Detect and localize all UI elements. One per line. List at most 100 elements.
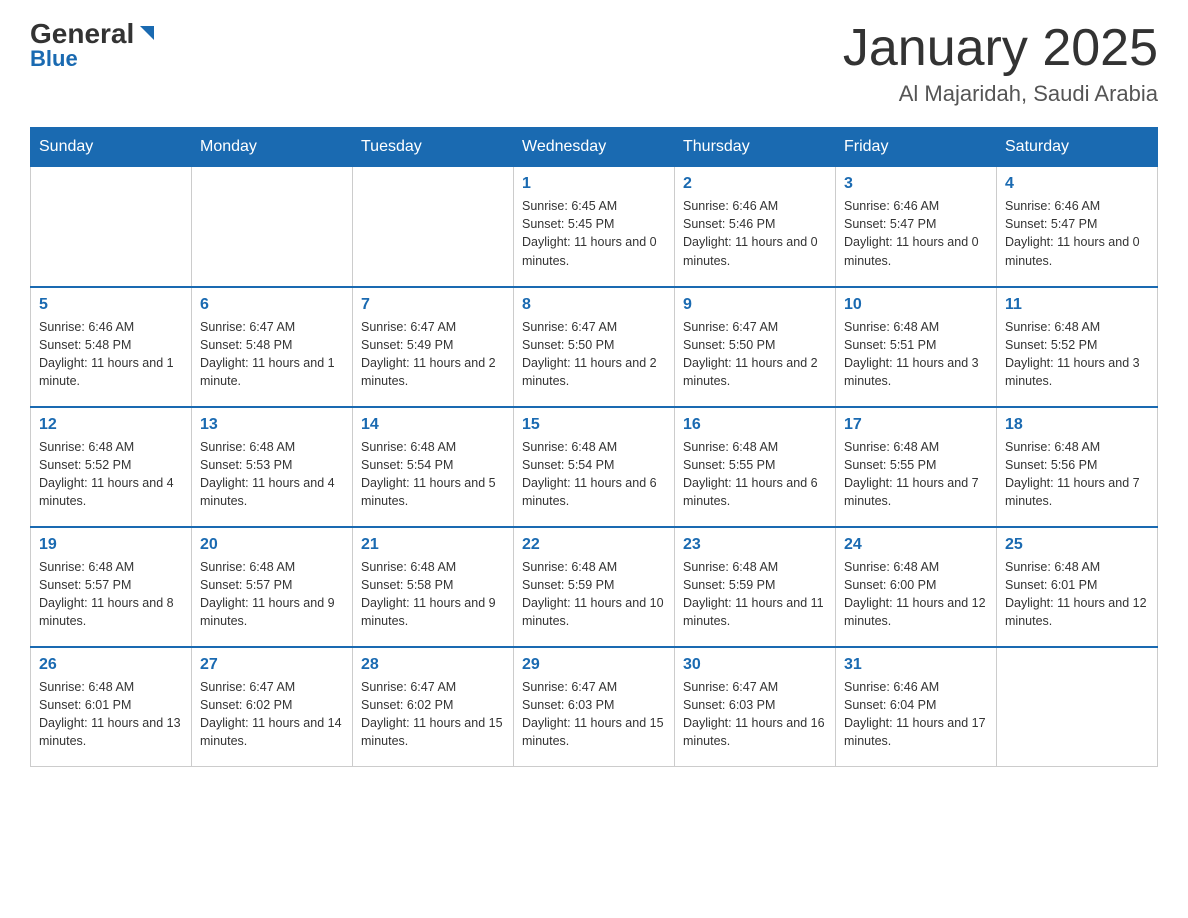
- calendar-cell: [997, 647, 1158, 767]
- header-day-sunday: Sunday: [31, 128, 192, 167]
- calendar-cell: 3Sunrise: 6:46 AM Sunset: 5:47 PM Daylig…: [836, 167, 997, 287]
- calendar-cell: 15Sunrise: 6:48 AM Sunset: 5:54 PM Dayli…: [514, 407, 675, 527]
- month-title: January 2025: [843, 20, 1158, 77]
- calendar-cell: 1 Sunrise: 6:45 AM Sunset: 5:45 PM Daylig…: [514, 167, 675, 287]
- day-info: Sunrise: 6:48 AM Sunset: 5:57 PM Dayligh…: [39, 558, 183, 631]
- day-number: 29: [522, 656, 666, 674]
- week-row-1: 1 Sunrise: 6:45 AM Sunset: 5:45 PM Daylig…: [31, 167, 1158, 287]
- day-number: 24: [844, 536, 988, 554]
- calendar-cell: 10 Sunrise: 6:48 AM Sunset: 5:51 PM Dayli…: [836, 287, 997, 407]
- day-number: 2: [683, 175, 827, 193]
- calendar-cell: 6 Sunrise: 6:47 AM Sunset: 5:48 PM Daylig…: [192, 287, 353, 407]
- calendar-cell: 5Sunrise: 6:46 AM Sunset: 5:48 PM Daylig…: [31, 287, 192, 407]
- day-number: 7: [361, 296, 505, 314]
- day-info: Sunrise: 6:46 AM Sunset: 5:46 PM Dayligh…: [683, 197, 827, 270]
- day-number: 11: [1005, 296, 1149, 314]
- day-number: 10: [844, 296, 988, 314]
- calendar-cell: 20 Sunrise: 6:48 AM Sunset: 5:57 PM Dayli…: [192, 527, 353, 647]
- calendar-cell: 18 Sunrise: 6:48 AM Sunset: 5:56 PM Dayli…: [997, 407, 1158, 527]
- day-number: 28: [361, 656, 505, 674]
- calendar-body: 1 Sunrise: 6:45 AM Sunset: 5:45 PM Daylig…: [31, 167, 1158, 767]
- day-info: Sunrise: 6:48 AM Sunset: 5:57 PM Dayligh…: [200, 558, 344, 631]
- calendar-cell: 16 Sunrise: 6:48 AM Sunset: 5:55 PM Dayli…: [675, 407, 836, 527]
- week-row-4: 19 Sunrise: 6:48 AM Sunset: 5:57 PM Dayli…: [31, 527, 1158, 647]
- header-day-saturday: Saturday: [997, 128, 1158, 167]
- day-info: Sunrise: 6:48 AM Sunset: 5:59 PM Dayligh…: [522, 558, 666, 631]
- day-info: Sunrise: 6:47 AM Sunset: 6:02 PM Dayligh…: [200, 678, 344, 751]
- day-info: Sunrise: 6:47 AM Sunset: 5:50 PM Dayligh…: [683, 318, 827, 391]
- header-day-monday: Monday: [192, 128, 353, 167]
- calendar-cell: 13Sunrise: 6:48 AM Sunset: 5:53 PM Dayli…: [192, 407, 353, 527]
- header-row: SundayMondayTuesdayWednesdayThursdayFrid…: [31, 128, 1158, 167]
- day-info: Sunrise: 6:48 AM Sunset: 5:59 PM Dayligh…: [683, 558, 827, 631]
- day-info: Sunrise: 6:48 AM Sunset: 5:53 PM Dayligh…: [200, 438, 344, 511]
- header-day-wednesday: Wednesday: [514, 128, 675, 167]
- day-number: 9: [683, 296, 827, 314]
- day-number: 27: [200, 656, 344, 674]
- day-number: 17: [844, 416, 988, 434]
- week-row-5: 26Sunrise: 6:48 AM Sunset: 6:01 PM Dayli…: [31, 647, 1158, 767]
- day-info: Sunrise: 6:47 AM Sunset: 6:03 PM Dayligh…: [683, 678, 827, 751]
- day-info: Sunrise: 6:46 AM Sunset: 5:47 PM Dayligh…: [1005, 197, 1149, 270]
- calendar-cell: 14Sunrise: 6:48 AM Sunset: 5:54 PM Dayli…: [353, 407, 514, 527]
- calendar-cell: [192, 167, 353, 287]
- day-info: Sunrise: 6:46 AM Sunset: 5:48 PM Dayligh…: [39, 318, 183, 391]
- day-number: 30: [683, 656, 827, 674]
- calendar-cell: 22Sunrise: 6:48 AM Sunset: 5:59 PM Dayli…: [514, 527, 675, 647]
- day-info: Sunrise: 6:45 AM Sunset: 5:45 PM Dayligh…: [522, 197, 666, 270]
- calendar-header: SundayMondayTuesdayWednesdayThursdayFrid…: [31, 128, 1158, 167]
- day-number: 25: [1005, 536, 1149, 554]
- day-info: Sunrise: 6:47 AM Sunset: 6:03 PM Dayligh…: [522, 678, 666, 751]
- day-number: 3: [844, 175, 988, 193]
- day-number: 31: [844, 656, 988, 674]
- day-number: 1: [522, 175, 666, 193]
- day-info: Sunrise: 6:48 AM Sunset: 5:55 PM Dayligh…: [683, 438, 827, 511]
- calendar-cell: 24Sunrise: 6:48 AM Sunset: 6:00 PM Dayli…: [836, 527, 997, 647]
- calendar-cell: 17Sunrise: 6:48 AM Sunset: 5:55 PM Dayli…: [836, 407, 997, 527]
- calendar-cell: 28Sunrise: 6:47 AM Sunset: 6:02 PM Dayli…: [353, 647, 514, 767]
- logo-blue: Blue: [30, 46, 78, 72]
- day-number: 6: [200, 296, 344, 314]
- day-info: Sunrise: 6:47 AM Sunset: 5:49 PM Dayligh…: [361, 318, 505, 391]
- calendar-cell: 12 Sunrise: 6:48 AM Sunset: 5:52 PM Dayli…: [31, 407, 192, 527]
- day-number: 23: [683, 536, 827, 554]
- header-day-thursday: Thursday: [675, 128, 836, 167]
- day-info: Sunrise: 6:48 AM Sunset: 5:52 PM Dayligh…: [1005, 318, 1149, 391]
- title-section: January 2025 Al Majaridah, Saudi Arabia: [843, 20, 1158, 107]
- day-number: 26: [39, 656, 183, 674]
- day-info: Sunrise: 6:47 AM Sunset: 5:48 PM Dayligh…: [200, 318, 344, 391]
- logo-general: General: [30, 20, 134, 48]
- calendar-cell: 2 Sunrise: 6:46 AM Sunset: 5:46 PM Daylig…: [675, 167, 836, 287]
- calendar-cell: 4Sunrise: 6:46 AM Sunset: 5:47 PM Daylig…: [997, 167, 1158, 287]
- calendar-cell: 23 Sunrise: 6:48 AM Sunset: 5:59 PM Dayli…: [675, 527, 836, 647]
- calendar-cell: 31Sunrise: 6:46 AM Sunset: 6:04 PM Dayli…: [836, 647, 997, 767]
- calendar-cell: 9 Sunrise: 6:47 AM Sunset: 5:50 PM Daylig…: [675, 287, 836, 407]
- calendar-table: SundayMondayTuesdayWednesdayThursdayFrid…: [30, 127, 1158, 767]
- day-number: 16: [683, 416, 827, 434]
- day-info: Sunrise: 6:48 AM Sunset: 5:52 PM Dayligh…: [39, 438, 183, 511]
- day-number: 19: [39, 536, 183, 554]
- day-info: Sunrise: 6:48 AM Sunset: 5:58 PM Dayligh…: [361, 558, 505, 631]
- calendar-cell: 21 Sunrise: 6:48 AM Sunset: 5:58 PM Dayli…: [353, 527, 514, 647]
- day-number: 14: [361, 416, 505, 434]
- day-number: 12: [39, 416, 183, 434]
- day-number: 21: [361, 536, 505, 554]
- calendar-cell: 26Sunrise: 6:48 AM Sunset: 6:01 PM Dayli…: [31, 647, 192, 767]
- day-info: Sunrise: 6:48 AM Sunset: 5:51 PM Dayligh…: [844, 318, 988, 391]
- day-number: 20: [200, 536, 344, 554]
- day-info: Sunrise: 6:48 AM Sunset: 5:56 PM Dayligh…: [1005, 438, 1149, 511]
- calendar-cell: 19 Sunrise: 6:48 AM Sunset: 5:57 PM Dayli…: [31, 527, 192, 647]
- header-day-friday: Friday: [836, 128, 997, 167]
- calendar-cell: [31, 167, 192, 287]
- location: Al Majaridah, Saudi Arabia: [843, 81, 1158, 107]
- calendar-cell: 11 Sunrise: 6:48 AM Sunset: 5:52 PM Dayli…: [997, 287, 1158, 407]
- day-number: 8: [522, 296, 666, 314]
- calendar-cell: 30 Sunrise: 6:47 AM Sunset: 6:03 PM Dayli…: [675, 647, 836, 767]
- calendar-cell: 8 Sunrise: 6:47 AM Sunset: 5:50 PM Daylig…: [514, 287, 675, 407]
- day-number: 18: [1005, 416, 1149, 434]
- calendar-cell: 29 Sunrise: 6:47 AM Sunset: 6:03 PM Dayli…: [514, 647, 675, 767]
- page-header: General Blue January 2025 Al Majaridah, …: [30, 20, 1158, 107]
- calendar-cell: 27 Sunrise: 6:47 AM Sunset: 6:02 PM Dayli…: [192, 647, 353, 767]
- day-number: 15: [522, 416, 666, 434]
- day-info: Sunrise: 6:47 AM Sunset: 5:50 PM Dayligh…: [522, 318, 666, 391]
